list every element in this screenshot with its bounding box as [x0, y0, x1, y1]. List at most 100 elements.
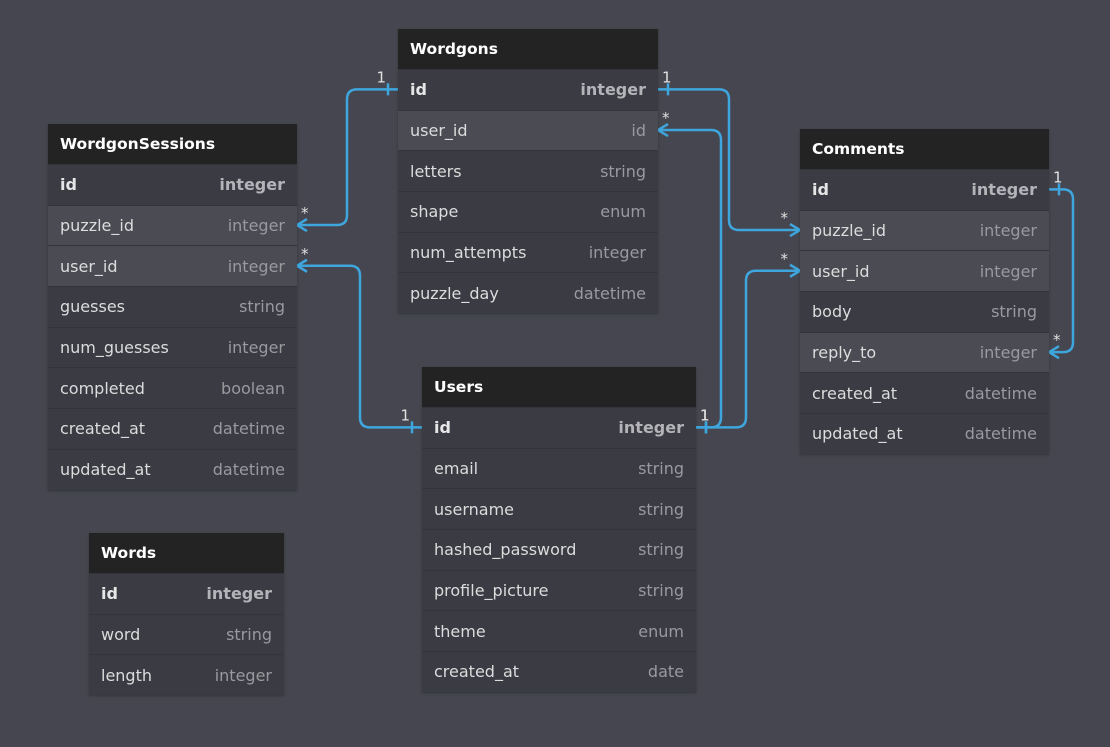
- table-comments[interactable]: Comments id integer puzzle_id integer user_id…: [800, 129, 1049, 454]
- field-name: created_at: [434, 662, 520, 682]
- field-row-user-id[interactable]: user_id integer: [48, 245, 297, 287]
- field-type: datetime: [573, 283, 646, 303]
- field-name: num_guesses: [60, 338, 169, 358]
- field-name: updated_at: [60, 460, 151, 480]
- field-row-completed[interactable]: completed boolean: [48, 367, 297, 408]
- field-name: profile_picture: [434, 581, 549, 601]
- field-row-user-id[interactable]: user_id integer: [800, 250, 1049, 292]
- field-row-created-at[interactable]: created_at date: [422, 651, 696, 692]
- field-row-id[interactable]: id integer: [89, 573, 284, 614]
- field-type: integer: [206, 584, 272, 604]
- field-name: word: [101, 625, 141, 645]
- cardinality-many-label: *: [781, 250, 789, 268]
- field-row-hashed-password[interactable]: hashed_password string: [422, 529, 696, 570]
- table-users[interactable]: Users id integer email string username string h…: [422, 367, 696, 692]
- field-name: updated_at: [812, 424, 903, 444]
- field-row-word[interactable]: word string: [89, 613, 284, 655]
- cardinality-many-label: *: [301, 204, 309, 222]
- field-name: puzzle_day: [410, 283, 499, 303]
- field-name: id: [410, 80, 427, 100]
- field-name: puzzle_id: [812, 221, 886, 241]
- relation-line: [1049, 188, 1075, 354]
- field-row-puzzle-id[interactable]: puzzle_id integer: [48, 204, 297, 246]
- field-row-username[interactable]: username string: [422, 488, 696, 529]
- field-row-theme[interactable]: theme enum: [422, 610, 696, 651]
- cardinality-many-label: *: [781, 209, 789, 227]
- field-row-puzzle-id[interactable]: puzzle_id integer: [800, 209, 1049, 251]
- field-type: string: [638, 581, 684, 601]
- field-name: id: [812, 180, 829, 200]
- field-row-guesses[interactable]: guesses string: [48, 286, 297, 327]
- field-row-id[interactable]: id integer: [398, 69, 658, 110]
- field-row-created-at[interactable]: created_at datetime: [48, 408, 297, 449]
- field-name: username: [434, 499, 514, 519]
- field-row-updated-at[interactable]: updated_at datetime: [800, 413, 1049, 454]
- cardinality-many-label: *: [662, 109, 670, 127]
- table-header[interactable]: Users: [422, 367, 696, 407]
- field-type: datetime: [212, 419, 285, 439]
- field-type: integer: [971, 180, 1037, 200]
- field-type: integer: [227, 216, 285, 236]
- table-words[interactable]: Words id integer word string length integer: [89, 533, 284, 696]
- field-type: integer: [979, 261, 1037, 281]
- cardinality-many-label: *: [301, 245, 309, 263]
- field-type: string: [991, 302, 1037, 322]
- field-type: datetime: [212, 460, 285, 480]
- cardinality-one-label: 1: [1053, 168, 1063, 186]
- field-type: string: [638, 499, 684, 519]
- field-name: id: [60, 175, 77, 195]
- field-row-letters[interactable]: letters string: [398, 150, 658, 191]
- cardinality-one-label: 1: [376, 68, 386, 86]
- table-header[interactable]: Comments: [800, 129, 1049, 169]
- field-name: email: [434, 459, 479, 479]
- field-row-id[interactable]: id integer: [800, 169, 1049, 210]
- field-name: id: [101, 584, 118, 604]
- field-type: string: [638, 459, 684, 479]
- field-name: created_at: [60, 419, 146, 439]
- table-wordgons[interactable]: Wordgons id integer user_id id letters string s…: [398, 29, 658, 314]
- field-row-user-id[interactable]: user_id id: [398, 109, 658, 151]
- relation-line: [696, 269, 800, 429]
- field-type: enum: [600, 202, 646, 222]
- field-row-body[interactable]: body string: [800, 291, 1049, 332]
- field-name: hashed_password: [434, 540, 577, 560]
- field-type: integer: [214, 665, 272, 685]
- field-type: string: [600, 161, 646, 181]
- field-type: integer: [979, 221, 1037, 241]
- field-row-created-at[interactable]: created_at datetime: [800, 372, 1049, 413]
- field-row-updated-at[interactable]: updated_at datetime: [48, 448, 297, 490]
- field-type: integer: [618, 418, 684, 438]
- field-row-shape[interactable]: shape enum: [398, 191, 658, 232]
- table-header[interactable]: Words: [89, 533, 284, 573]
- field-type: date: [647, 662, 684, 682]
- field-name: letters: [410, 161, 462, 181]
- field-row-num-attempts[interactable]: num_attempts integer: [398, 231, 658, 273]
- field-name: body: [812, 302, 852, 322]
- field-name: num_attempts: [410, 243, 527, 263]
- field-row-email[interactable]: email string: [422, 447, 696, 489]
- field-row-id[interactable]: id integer: [48, 164, 297, 205]
- field-row-length[interactable]: length integer: [89, 654, 284, 695]
- field-row-reply-to[interactable]: reply_to integer: [800, 331, 1049, 373]
- field-name: user_id: [812, 261, 870, 281]
- cardinality-one-label: 1: [662, 68, 672, 86]
- field-type: id: [631, 121, 646, 141]
- field-type: enum: [638, 621, 684, 641]
- field-row-profile-picture[interactable]: profile_picture string: [422, 569, 696, 611]
- field-row-id[interactable]: id integer: [422, 407, 696, 448]
- table-header[interactable]: WordgonSessions: [48, 124, 297, 164]
- field-type: integer: [227, 338, 285, 358]
- relation-line: [297, 88, 398, 227]
- field-type: integer: [580, 80, 646, 100]
- field-row-puzzle-day[interactable]: puzzle_day datetime: [398, 272, 658, 313]
- field-name: puzzle_id: [60, 216, 134, 236]
- field-name: completed: [60, 378, 145, 398]
- field-type: string: [638, 540, 684, 560]
- diagram-canvas: * 1 * 1 * 1 * 1 * 1 * 1 Wordgons id integer user_id id l…: [0, 0, 1110, 747]
- field-type: integer: [588, 243, 646, 263]
- field-name: guesses: [60, 297, 125, 317]
- table-header[interactable]: Wordgons: [398, 29, 658, 69]
- field-row-num-guesses[interactable]: num_guesses integer: [48, 326, 297, 368]
- cardinality-many-label: *: [1053, 331, 1061, 349]
- table-wordgon-sessions[interactable]: WordgonSessions id integer puzzle_id integer…: [48, 124, 297, 490]
